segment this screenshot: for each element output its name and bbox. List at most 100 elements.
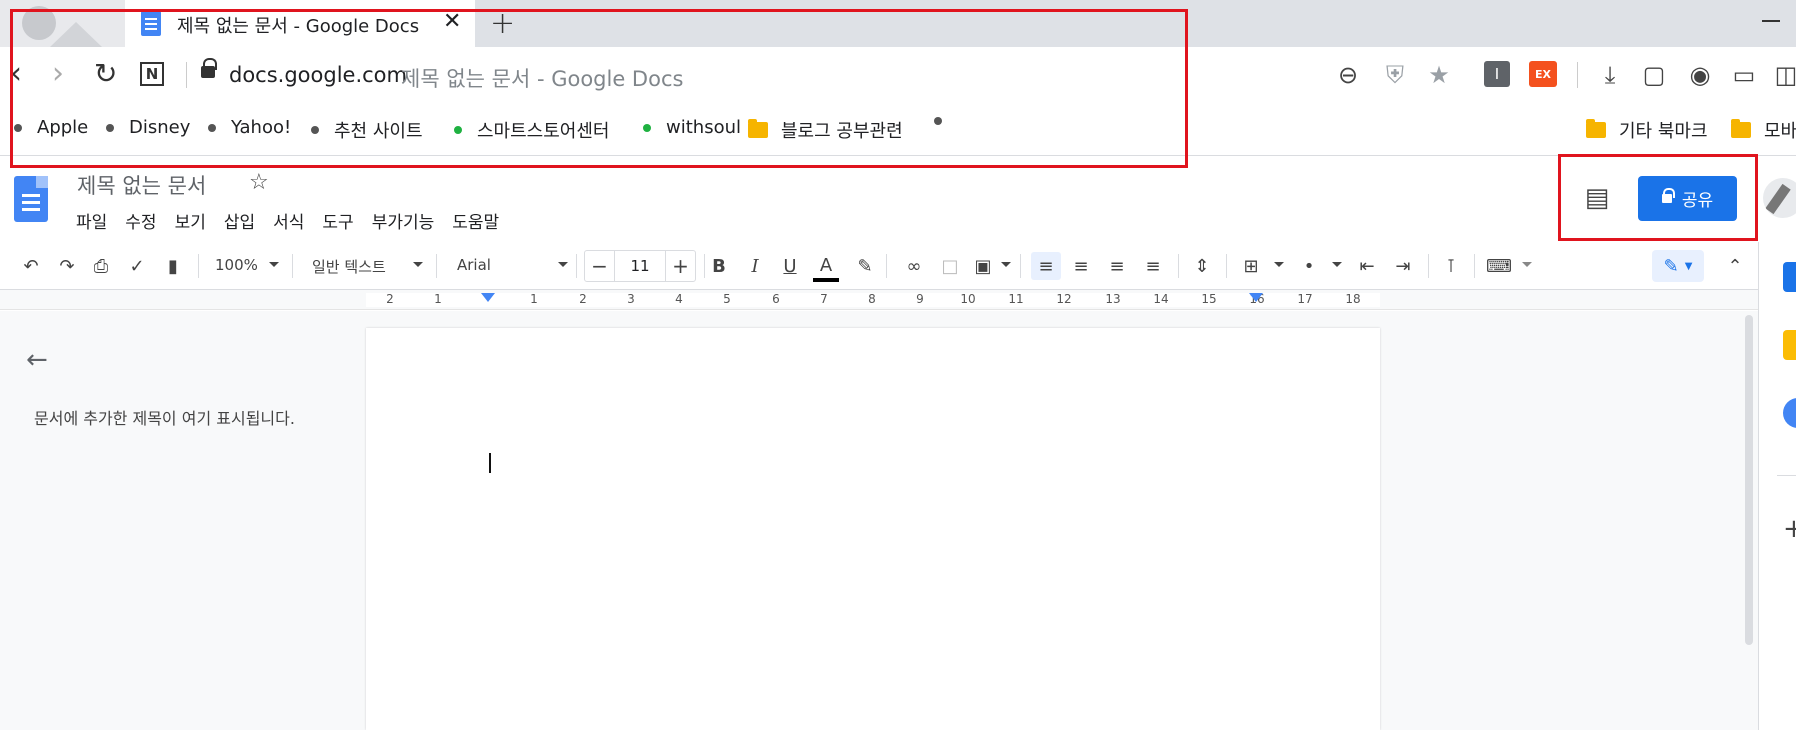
info-icon[interactable]: ▭ [1730, 61, 1758, 89]
ruler-label: 8 [868, 292, 876, 306]
menu-addons[interactable]: 부가기능 [372, 208, 435, 233]
decrease-indent-icon[interactable]: ⇤ [1354, 252, 1380, 280]
chevron-down-icon[interactable] [1332, 262, 1342, 267]
right-indent-marker[interactable] [1249, 293, 1263, 302]
lock-icon [1661, 188, 1675, 203]
menu-insert[interactable]: 삽입 [224, 208, 255, 233]
align-right-icon[interactable]: ≡ [1104, 252, 1130, 280]
docs-logo-icon[interactable] [14, 176, 48, 222]
left-indent-marker[interactable] [481, 293, 495, 302]
add-addon-icon[interactable]: + [1783, 514, 1796, 544]
share-button[interactable]: 공유 [1638, 176, 1737, 221]
bookmark-folder-blog[interactable]: 블로그 공부관련 [748, 117, 903, 143]
scrollbar[interactable] [1745, 315, 1753, 645]
active-tab[interactable]: 제목 없는 문서 - Google Docs ✕ [125, 0, 475, 47]
calendar-icon[interactable] [1783, 262, 1796, 292]
bold-button[interactable]: B [706, 252, 732, 280]
bookmark-overflow[interactable] [934, 117, 957, 125]
spellcheck-icon[interactable]: ✓ [124, 252, 150, 280]
shield-icon[interactable]: ⛨ [1381, 61, 1409, 89]
align-center-icon[interactable]: ≡ [1068, 252, 1094, 280]
minimize-icon[interactable] [1762, 20, 1780, 22]
highlight-color-icon[interactable]: ✎ [852, 252, 878, 280]
download-icon[interactable]: ⤓ [1596, 61, 1624, 89]
keep-icon[interactable] [1783, 330, 1796, 360]
bookmark-dot-icon [643, 123, 651, 132]
url-host[interactable]: docs.google.com [229, 63, 407, 87]
extension-ex-icon[interactable]: EX [1529, 61, 1557, 87]
underline-button[interactable]: U [777, 252, 803, 280]
add-comment-icon[interactable]: □ [937, 252, 963, 280]
zoom-select[interactable]: 100% [215, 256, 258, 274]
document-title[interactable]: 제목 없는 문서 [77, 170, 206, 200]
star-icon[interactable]: ★ [1425, 61, 1453, 89]
style-select[interactable]: 일반 텍스트 [312, 256, 386, 277]
tab-close-icon[interactable]: ✕ [443, 9, 461, 34]
bookmark-withsoul[interactable]: withsoul [643, 117, 741, 138]
menu-edit[interactable]: 수정 [125, 208, 156, 233]
editing-mode-button[interactable]: ✎ ▼ [1652, 250, 1704, 282]
menu-view[interactable]: 보기 [175, 208, 206, 233]
increase-indent-icon[interactable]: ⇥ [1390, 252, 1416, 280]
decrease-font-size-button[interactable]: − [585, 251, 615, 281]
star-icon[interactable]: ☆ [249, 170, 269, 195]
video-icon[interactable]: ▢ [1640, 61, 1668, 89]
menu-format[interactable]: 서식 [273, 208, 304, 233]
clear-formatting-icon[interactable]: ⊺ [1438, 252, 1464, 280]
bookmark-apple[interactable]: Apple [14, 117, 88, 138]
extension-i-icon[interactable]: I [1484, 61, 1510, 87]
line-spacing-icon[interactable]: ⇕ [1188, 252, 1216, 280]
numbered-list-icon[interactable]: ⊞ [1238, 252, 1264, 280]
align-justify-icon[interactable]: ≡ [1140, 252, 1166, 280]
chevron-down-icon[interactable] [1274, 262, 1284, 267]
bulleted-list-icon[interactable]: • [1296, 252, 1322, 280]
back-arrow-icon[interactable]: ← [26, 345, 48, 375]
print-icon[interactable]: ⎙ [88, 252, 114, 280]
menu-help[interactable]: 도움말 [452, 208, 499, 233]
insert-image-icon[interactable]: ▣ [970, 252, 996, 280]
bookmark-folder-mobile[interactable]: 모바 [1731, 117, 1796, 143]
undo-icon[interactable]: ↶ [18, 252, 44, 280]
menu-tools[interactable]: 도구 [322, 208, 353, 233]
comment-history-icon[interactable]: ▤ [1582, 183, 1612, 213]
chevron-down-icon[interactable] [413, 262, 423, 267]
camera-icon[interactable]: ◉ [1686, 61, 1714, 89]
docs-tab-icon [141, 11, 161, 36]
tasks-icon[interactable] [1783, 398, 1796, 428]
redo-icon[interactable]: ↷ [54, 252, 80, 280]
collapse-menus-icon[interactable]: ⌃ [1722, 252, 1748, 280]
back-icon[interactable]: ‹ [10, 57, 22, 91]
increase-font-size-button[interactable]: + [665, 251, 695, 281]
url-title[interactable]: 제목 없는 문서 - Google Docs [401, 63, 683, 93]
font-size-value[interactable]: 11 [615, 257, 665, 275]
lock-icon[interactable] [201, 58, 217, 78]
zoom-out-icon[interactable]: ⊖ [1334, 61, 1362, 89]
italic-button[interactable]: I [742, 252, 768, 280]
inactive-tab[interactable] [0, 0, 125, 47]
bookmark-smartstore[interactable]: 스마트스토어센터 [454, 117, 609, 143]
keyboard-icon[interactable]: ⌨ [1486, 252, 1512, 280]
forward-icon[interactable]: › [52, 57, 64, 91]
folder-icon [748, 119, 768, 138]
align-left-icon[interactable]: ≡ [1031, 252, 1061, 280]
n-icon[interactable]: N [140, 62, 164, 86]
chevron-down-icon[interactable] [1522, 262, 1532, 267]
new-tab-button[interactable]: + [490, 6, 515, 41]
bookmark-yahoo[interactable]: Yahoo! [208, 117, 291, 138]
chevron-down-icon[interactable] [269, 262, 279, 267]
reload-icon[interactable]: ↻ [94, 57, 117, 91]
bookmark-folder-other[interactable]: 기타 북마크 [1586, 117, 1708, 143]
chevron-down-icon[interactable] [558, 262, 568, 267]
document-page[interactable] [366, 328, 1380, 730]
avatar[interactable] [1763, 178, 1796, 218]
paint-format-icon[interactable]: ▮ [160, 252, 186, 280]
chevron-down-icon[interactable] [1001, 262, 1011, 267]
font-select[interactable]: Arial [457, 256, 491, 274]
bookmark-label: 스마트스토어센터 [477, 121, 610, 142]
sidebar-icon[interactable]: ◫ [1772, 61, 1796, 89]
text-color-button[interactable]: A [813, 252, 839, 282]
bookmark-recommended[interactable]: 추천 사이트 [311, 117, 423, 143]
menu-file[interactable]: 파일 [76, 208, 107, 233]
bookmark-disney[interactable]: Disney [106, 117, 190, 138]
link-icon[interactable]: ∞ [900, 252, 928, 280]
